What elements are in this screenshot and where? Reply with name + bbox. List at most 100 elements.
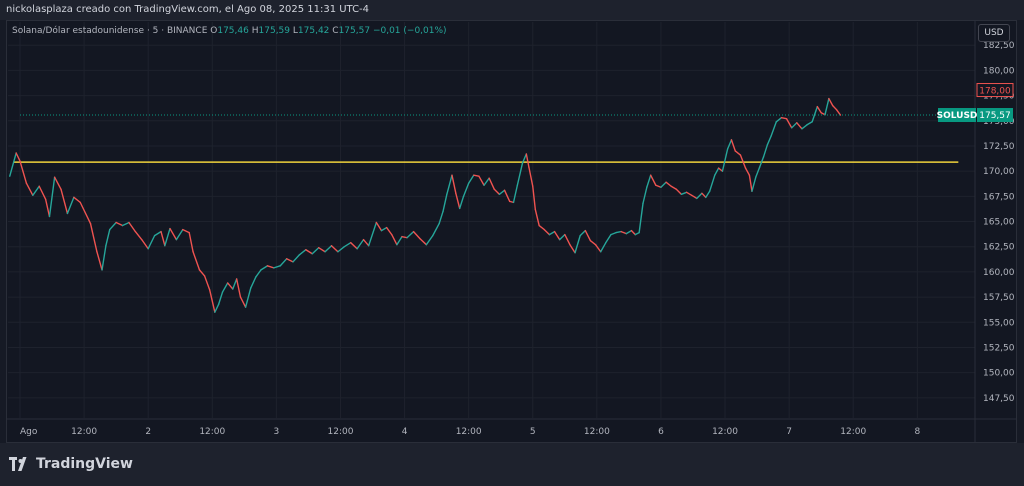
price-segment: [770, 121, 778, 137]
price-segment: [25, 182, 34, 197]
price-segment: [160, 230, 166, 247]
price-chart[interactable]: 147,50 150,00 152,50 155,00 157,50 160,00 162,…: [0, 0, 1024, 486]
price-segment: [96, 251, 103, 271]
price-segment: [79, 201, 92, 225]
price-segment: [665, 181, 672, 187]
price-segment: [828, 97, 834, 107]
price-segment: [543, 228, 551, 236]
price-segment: [109, 221, 117, 231]
price-segment: [478, 175, 485, 186]
axes: 147,50 150,00 152,50 155,00 157,50 160,00 162,…: [6, 20, 1017, 443]
symbol-legend[interactable]: Solana/Dólar estadounidense · 5 · BINANC…: [12, 26, 447, 36]
x-tick-label: 12:00: [712, 427, 738, 437]
price-segment: [182, 228, 190, 234]
price-segment: [642, 186, 648, 205]
price-segment: [574, 234, 581, 254]
price-segment: [134, 230, 143, 241]
price-segment: [412, 230, 421, 240]
price-segment: [73, 196, 81, 204]
price-segment: [244, 287, 252, 308]
currency-button[interactable]: USD: [978, 24, 1010, 42]
x-tick-label: 2: [145, 427, 151, 437]
price-segment: [311, 247, 320, 255]
price-segment: [44, 198, 51, 218]
price-segment: [806, 121, 813, 126]
price-segment: [599, 241, 607, 253]
legend-close-value: 175,57: [338, 26, 371, 36]
price-segment: [250, 276, 257, 289]
price-segment: [455, 192, 461, 210]
price-segment: [375, 221, 383, 232]
price-segment: [564, 233, 571, 246]
price-segment: [589, 239, 597, 246]
price-segment: [548, 230, 556, 236]
price-segment: [60, 188, 69, 215]
price-segment: [9, 152, 17, 177]
price-segment: [660, 181, 667, 188]
x-tick-label: 6: [658, 427, 664, 437]
price-segment: [48, 176, 56, 218]
price-segment: [232, 278, 238, 290]
price-segment: [730, 139, 736, 152]
price-segment: [239, 296, 247, 308]
price-segment: [512, 184, 519, 204]
price-segment: [141, 238, 149, 250]
price-segment: [285, 258, 294, 263]
price-segment: [380, 226, 388, 232]
price-segment: [458, 195, 465, 210]
price-segment: [726, 139, 733, 150]
symbol-tag-label: SOLUSD: [937, 111, 978, 121]
price-segment: [255, 269, 262, 278]
price-segment: [516, 162, 524, 186]
price-segment: [493, 188, 501, 196]
price-segment: [748, 174, 753, 192]
price-segment: [337, 246, 346, 253]
price-segment: [751, 176, 757, 192]
y-tick-label: 147,50: [983, 394, 1015, 404]
x-tick-label: 3: [274, 427, 280, 437]
last-price-label: 175,57: [979, 111, 1011, 121]
price-segment: [579, 229, 587, 237]
price-segment: [498, 189, 506, 196]
x-tick-label: 12:00: [199, 427, 225, 437]
tradingview-logo[interactable]: TradingView: [9, 456, 133, 472]
price-segment: [401, 235, 408, 239]
price-segment: [620, 230, 628, 235]
y-tick-label: 167,50: [983, 192, 1015, 202]
price-segment: [432, 222, 440, 237]
price-segment: [279, 258, 288, 267]
price-segment: [32, 185, 40, 197]
price-segment: [164, 227, 171, 247]
price-segment: [801, 124, 808, 130]
price-segment: [226, 282, 234, 290]
price-segment: [292, 254, 301, 263]
price-segment: [594, 243, 602, 253]
price-segment: [115, 221, 124, 227]
price-segment: [816, 105, 822, 114]
price-segment: [367, 221, 378, 247]
price-segment: [396, 235, 403, 246]
price-segment: [615, 230, 622, 234]
x-tick-label: 7: [786, 427, 792, 437]
price-tags: 178,00 SOLUSD 175,57: [20, 83, 1014, 123]
price-segment: [780, 117, 788, 120]
price-segment: [38, 185, 47, 201]
price-segment: [528, 166, 534, 187]
x-tick-label: Ago: [20, 427, 38, 437]
price-segment: [350, 241, 358, 250]
y-tick-label: 160,00: [983, 268, 1015, 278]
price-segment: [169, 227, 178, 241]
price-segment: [221, 282, 229, 293]
price-segment: [655, 184, 662, 188]
x-tick-label: 12:00: [328, 427, 354, 437]
price-segment: [175, 228, 184, 241]
grid-lines: [8, 22, 975, 418]
price-segment: [128, 221, 137, 233]
price-segment: [473, 174, 480, 177]
price-segment: [584, 229, 592, 242]
y-tick-label: 180,00: [983, 66, 1015, 76]
price-segment: [630, 229, 637, 236]
price-segment: [214, 303, 220, 313]
price-segment: [153, 230, 162, 237]
price-segment: [685, 191, 693, 197]
